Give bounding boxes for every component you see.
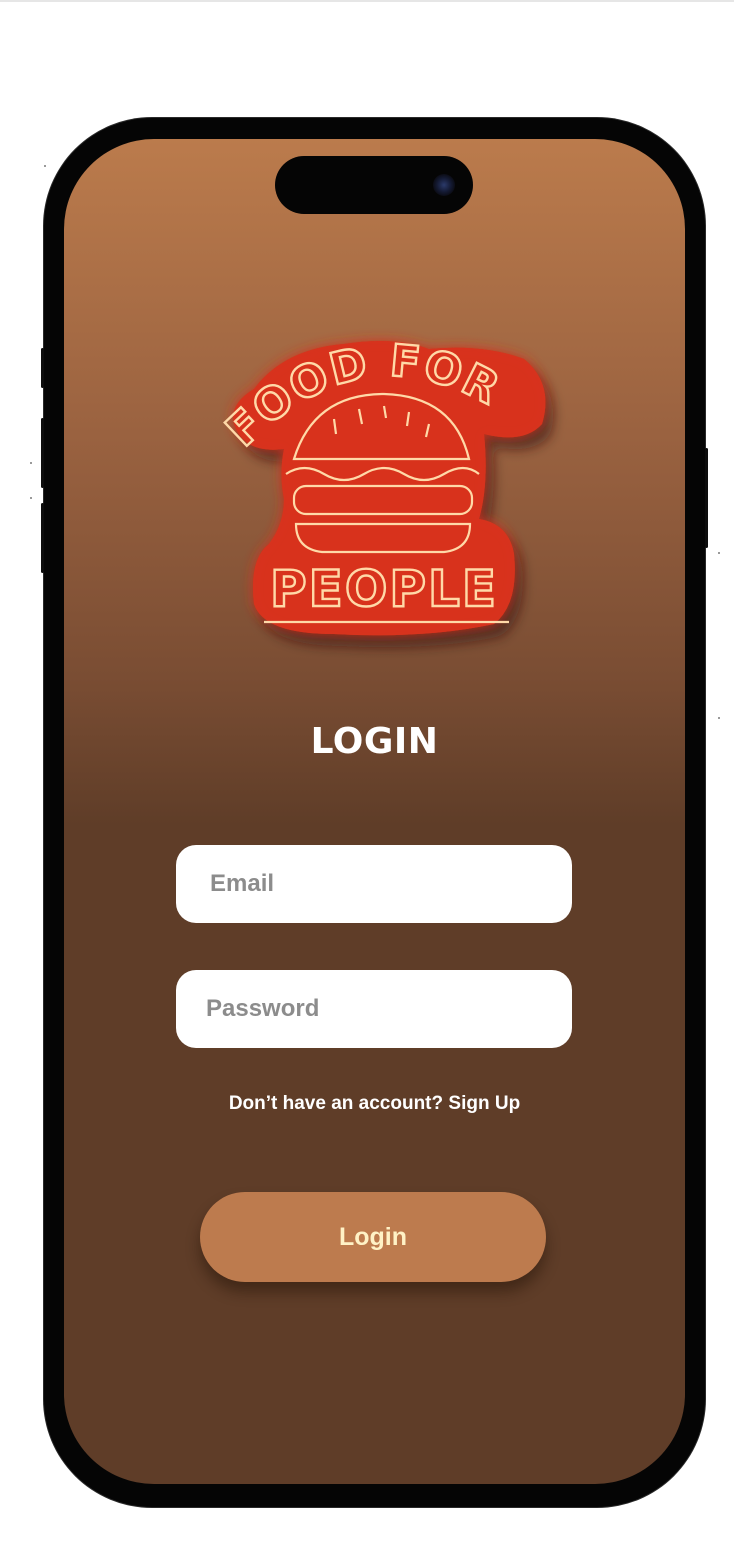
- volume-down-button: [41, 503, 44, 573]
- speck: [44, 165, 46, 167]
- speck: [30, 462, 32, 464]
- speck: [718, 552, 720, 554]
- signup-link[interactable]: Sign Up: [448, 1093, 520, 1114]
- phone-screen: FOOD FOR PEOPLE LOGIN Email Don’t have a…: [64, 139, 685, 1484]
- power-button: [705, 448, 708, 548]
- page-title: LOGIN: [310, 721, 439, 762]
- volume-up-button: [41, 418, 44, 488]
- page: FOOD FOR PEOPLE LOGIN Email Don’t have a…: [0, 0, 734, 1544]
- email-input[interactable]: [210, 845, 572, 923]
- action-button: [41, 348, 44, 388]
- speck: [718, 717, 720, 719]
- logo-text-bottom: PEOPLE: [270, 560, 498, 618]
- app-logo: FOOD FOR PEOPLE: [215, 334, 546, 664]
- password-field[interactable]: [176, 970, 572, 1048]
- login-button[interactable]: Login: [200, 1192, 546, 1282]
- signup-prompt: Don’t have an account?: [228, 1093, 444, 1114]
- top-divider: [0, 0, 734, 2]
- dynamic-island: [275, 156, 473, 214]
- signup-prompt-line: Don’t have an account? Sign Up: [64, 1093, 685, 1115]
- email-field[interactable]: [176, 845, 572, 923]
- speck: [30, 497, 32, 499]
- password-input[interactable]: [206, 970, 572, 1048]
- phone-frame: FOOD FOR PEOPLE LOGIN Email Don’t have a…: [41, 118, 708, 1507]
- burger-neon-icon: FOOD FOR PEOPLE: [215, 334, 546, 636]
- camera-icon: [433, 174, 455, 196]
